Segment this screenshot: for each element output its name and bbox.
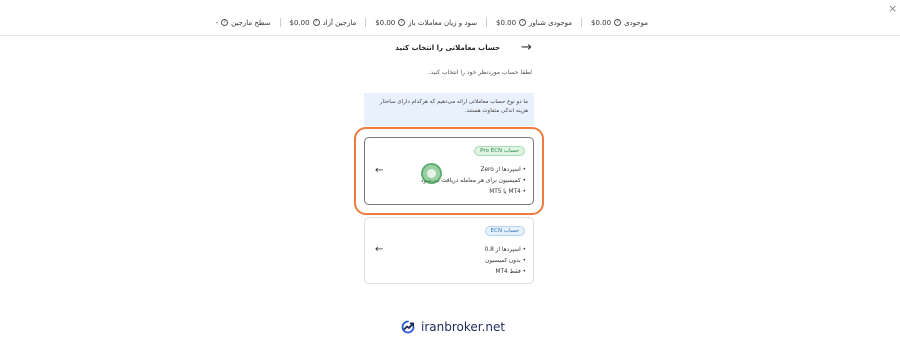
arrow-left-icon: ← — [375, 165, 384, 176]
click-indicator — [421, 163, 442, 184]
stat-value: - — [215, 18, 219, 27]
account-badge: حساب Pro ECN — [474, 146, 525, 156]
close-icon[interactable]: × — [888, 2, 897, 15]
info-icon[interactable]: ? — [221, 19, 229, 26]
stat-equity: موجودی شناور ? $0.00 — [496, 19, 572, 27]
stat-open-pnl: سود و زیان معاملات باز ? $0.00 — [375, 19, 477, 27]
stat-label: موجودی شناور — [529, 18, 573, 27]
feature-list: اسپردها از 0.8 بدون کمیسیون فقط MT4 — [485, 245, 526, 278]
stat-label: سطح مارجین — [231, 18, 271, 27]
stat-value: $0.00 — [591, 18, 612, 27]
account-card-ecn[interactable]: حساب ECN اسپردها از 0.8 بدون کمیسیون فقط… — [364, 217, 534, 284]
info-icon[interactable]: ? — [519, 19, 527, 26]
info-icon[interactable]: ? — [398, 19, 406, 26]
stat-balance: موجودی ? $0.00 — [591, 19, 648, 27]
chart-trend-icon — [401, 320, 415, 334]
stats-list: موجودی ? $0.00 موجودی شناور ? $0.00 سود … — [216, 18, 648, 27]
info-icon[interactable]: ? — [312, 19, 320, 26]
brand-logo: iranbroker.net — [400, 319, 505, 335]
info-icon[interactable]: ? — [614, 19, 622, 26]
account-stats-bar: × موجودی ? $0.00 موجودی شناور ? $0.00 سو… — [0, 0, 900, 36]
stat-value: $0.00 — [375, 18, 396, 27]
arrow-right-icon[interactable]: → — [521, 40, 532, 55]
stat-label: سود و زیان معاملات باز — [408, 18, 477, 27]
logo-text: iranbroker.net — [421, 320, 506, 334]
feature-item: اسپردها از 0.8 — [485, 245, 526, 256]
feature-item: MT4 یا MT5 — [421, 187, 526, 198]
feature-item: فقط MT4 — [485, 267, 526, 278]
feature-item: بدون کمیسیون — [485, 256, 526, 267]
info-notice: ما دو نوع حساب معاملاتی ارائه می‌دهیم که… — [364, 93, 534, 126]
stat-margin-level: سطح مارجین ? - — [216, 19, 271, 27]
page-title: حساب معاملاتی را انتخاب کنید — [395, 44, 500, 52]
divider — [581, 18, 583, 27]
stat-label: مارجین آزاد — [322, 18, 357, 27]
stat-label: موجودی — [624, 18, 648, 27]
page-subtitle: لطفا حساب موردنظر خود را انتخاب کنید. — [428, 69, 532, 76]
account-card-pro-ecn[interactable]: حساب Pro ECN اسپردها از Zero کمیسیون برا… — [364, 137, 534, 205]
divider — [485, 18, 487, 27]
divider — [365, 18, 367, 27]
arrow-left-icon: ← — [375, 244, 384, 255]
stat-value: $0.00 — [495, 18, 517, 27]
divider — [279, 18, 281, 27]
stat-value: $0.00 — [289, 18, 310, 27]
stat-free-margin: مارجین آزاد ? $0.00 — [290, 19, 357, 27]
account-badge: حساب ECN — [484, 226, 525, 236]
